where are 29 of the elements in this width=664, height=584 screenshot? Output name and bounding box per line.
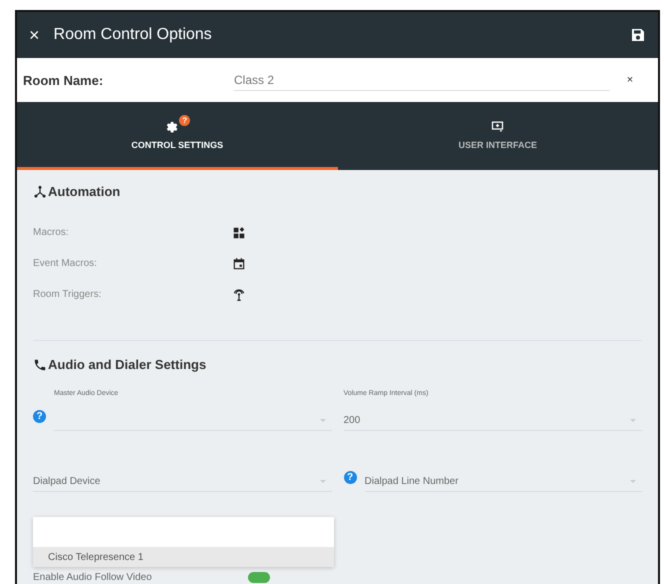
tab[interactable]: ? CONTROL SETTINGS [17,102,338,170]
section-title: Audio and Dialer Settings [48,357,206,372]
toggle-label: Enable Audio Follow Video [33,572,153,583]
calendar-icon[interactable] [232,256,246,270]
window-title: Room Control Options [54,26,213,44]
help-icon[interactable]: ? [33,410,46,423]
room-name-label: Room Name: [23,72,104,88]
clear-button[interactable]: × [610,73,650,87]
help-badge: ? [179,115,190,126]
help-icon[interactable]: ? [344,471,356,484]
select-field[interactable]: Dialpad Device [33,451,332,492]
select-field[interactable]: Dialpad Line Number [364,451,642,492]
menu-item[interactable]: Cisco Telepresence 1 [33,547,334,567]
row-label: Event Macros: [33,258,98,269]
row-label: Room Triggers: [33,289,102,300]
section-title: Automation [48,184,120,199]
room-name-field[interactable]: Class 2 [234,70,610,90]
tab[interactable]: USER INTERFACE [338,102,658,170]
phone-icon [33,358,47,372]
branch-icon [33,184,47,198]
antenna-icon[interactable] [232,288,246,302]
screen-icon [490,119,506,134]
close-button[interactable]: × [29,24,40,46]
room-name-bar[interactable]: Room Name: Class 2 × [17,58,658,102]
widgets-icon[interactable] [232,226,246,240]
gear-icon [164,119,180,134]
toggle-switch[interactable] [248,572,270,583]
save-icon[interactable] [630,27,646,43]
row-label: Macros: [33,227,70,238]
